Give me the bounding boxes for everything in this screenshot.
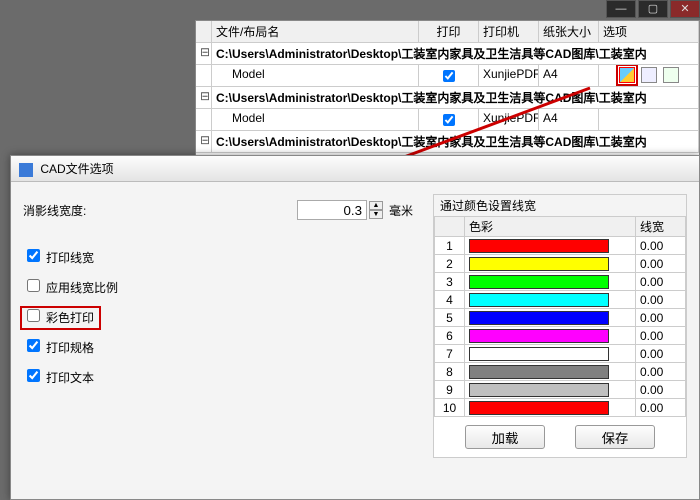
- load-button[interactable]: 加载: [465, 425, 545, 449]
- doc-icon[interactable]: [641, 67, 657, 83]
- check-print-linewidth[interactable]: 打印线宽: [23, 251, 94, 265]
- color-swatch: [469, 257, 609, 271]
- col-name[interactable]: 文件/布局名: [212, 21, 419, 42]
- save-button[interactable]: 保存: [575, 425, 655, 449]
- check-color-print[interactable]: 彩色打印: [23, 309, 98, 327]
- color-linewidth-group: 通过颜色设置线宽: [434, 195, 686, 216]
- color-row[interactable]: 7 0.00: [435, 345, 686, 363]
- table-row[interactable]: ⊟C:\Users\Administrator\Desktop\工装室内家具及卫…: [196, 43, 699, 65]
- color-swatch: [469, 293, 609, 307]
- options-icon[interactable]: [619, 67, 635, 83]
- color-row[interactable]: 6 0.00: [435, 327, 686, 345]
- color-swatch: [469, 239, 609, 253]
- check-apply-linewidth-ratio[interactable]: 应用线宽比例: [23, 281, 118, 295]
- color-row[interactable]: 10 0.00: [435, 399, 686, 417]
- dialog-title: CAD文件选项: [40, 162, 113, 176]
- maximize-button[interactable]: ▢: [638, 0, 668, 18]
- table-row[interactable]: Model XunjiePDF A4: [196, 65, 699, 87]
- hide-line-spinner[interactable]: ▲▼: [369, 201, 383, 219]
- color-swatch: [469, 275, 609, 289]
- close-button[interactable]: ✕: [670, 0, 700, 18]
- cad-options-dialog: CAD文件选项 消影线宽度: ▲▼ 毫米 打印线宽 应用线宽比例 彩色打印 打印…: [10, 155, 700, 500]
- print-checkbox[interactable]: [443, 114, 455, 126]
- app-icon: [19, 163, 33, 177]
- col-options[interactable]: 选项: [599, 21, 699, 42]
- hide-line-label: 消影线宽度:: [23, 202, 153, 219]
- col-linewidth[interactable]: 线宽: [636, 217, 686, 237]
- hide-line-input[interactable]: [297, 200, 367, 220]
- color-row[interactable]: 4 0.00: [435, 291, 686, 309]
- check-print-spec[interactable]: 打印规格: [23, 341, 94, 355]
- color-row[interactable]: 5 0.00: [435, 309, 686, 327]
- color-row[interactable]: 9 0.00: [435, 381, 686, 399]
- color-swatch: [469, 401, 609, 415]
- add-icon[interactable]: [663, 67, 679, 83]
- col-print[interactable]: 打印: [419, 21, 479, 42]
- check-print-text[interactable]: 打印文本: [23, 371, 94, 385]
- color-swatch: [469, 383, 609, 397]
- dialog-title-bar[interactable]: CAD文件选项: [11, 156, 699, 182]
- color-row[interactable]: 2 0.00: [435, 255, 686, 273]
- col-printer[interactable]: 打印机: [479, 21, 539, 42]
- color-swatch: [469, 347, 609, 361]
- table-row[interactable]: ⊟C:\Users\Administrator\Desktop\工装室内家具及卫…: [196, 131, 699, 153]
- color-linewidth-table: 色彩 线宽 1 0.002 0.003 0.004 0.005 0.006 0.…: [434, 216, 686, 417]
- table-row[interactable]: Model XunjiePDF A4: [196, 109, 699, 131]
- table-row[interactable]: ⊟C:\Users\Administrator\Desktop\工装室内家具及卫…: [196, 87, 699, 109]
- color-row[interactable]: 3 0.00: [435, 273, 686, 291]
- col-paper[interactable]: 纸张大小: [539, 21, 599, 42]
- minimize-button[interactable]: —: [606, 0, 636, 18]
- color-swatch: [469, 365, 609, 379]
- color-row[interactable]: 1 0.00: [435, 237, 686, 255]
- unit-label: 毫米: [389, 202, 413, 219]
- print-checkbox[interactable]: [443, 70, 455, 82]
- col-color[interactable]: 色彩: [465, 217, 636, 237]
- color-row[interactable]: 8 0.00: [435, 363, 686, 381]
- color-swatch: [469, 311, 609, 325]
- layout-grid: 文件/布局名 打印 打印机 纸张大小 选项 ⊟C:\Users\Administ…: [195, 20, 700, 160]
- color-swatch: [469, 329, 609, 343]
